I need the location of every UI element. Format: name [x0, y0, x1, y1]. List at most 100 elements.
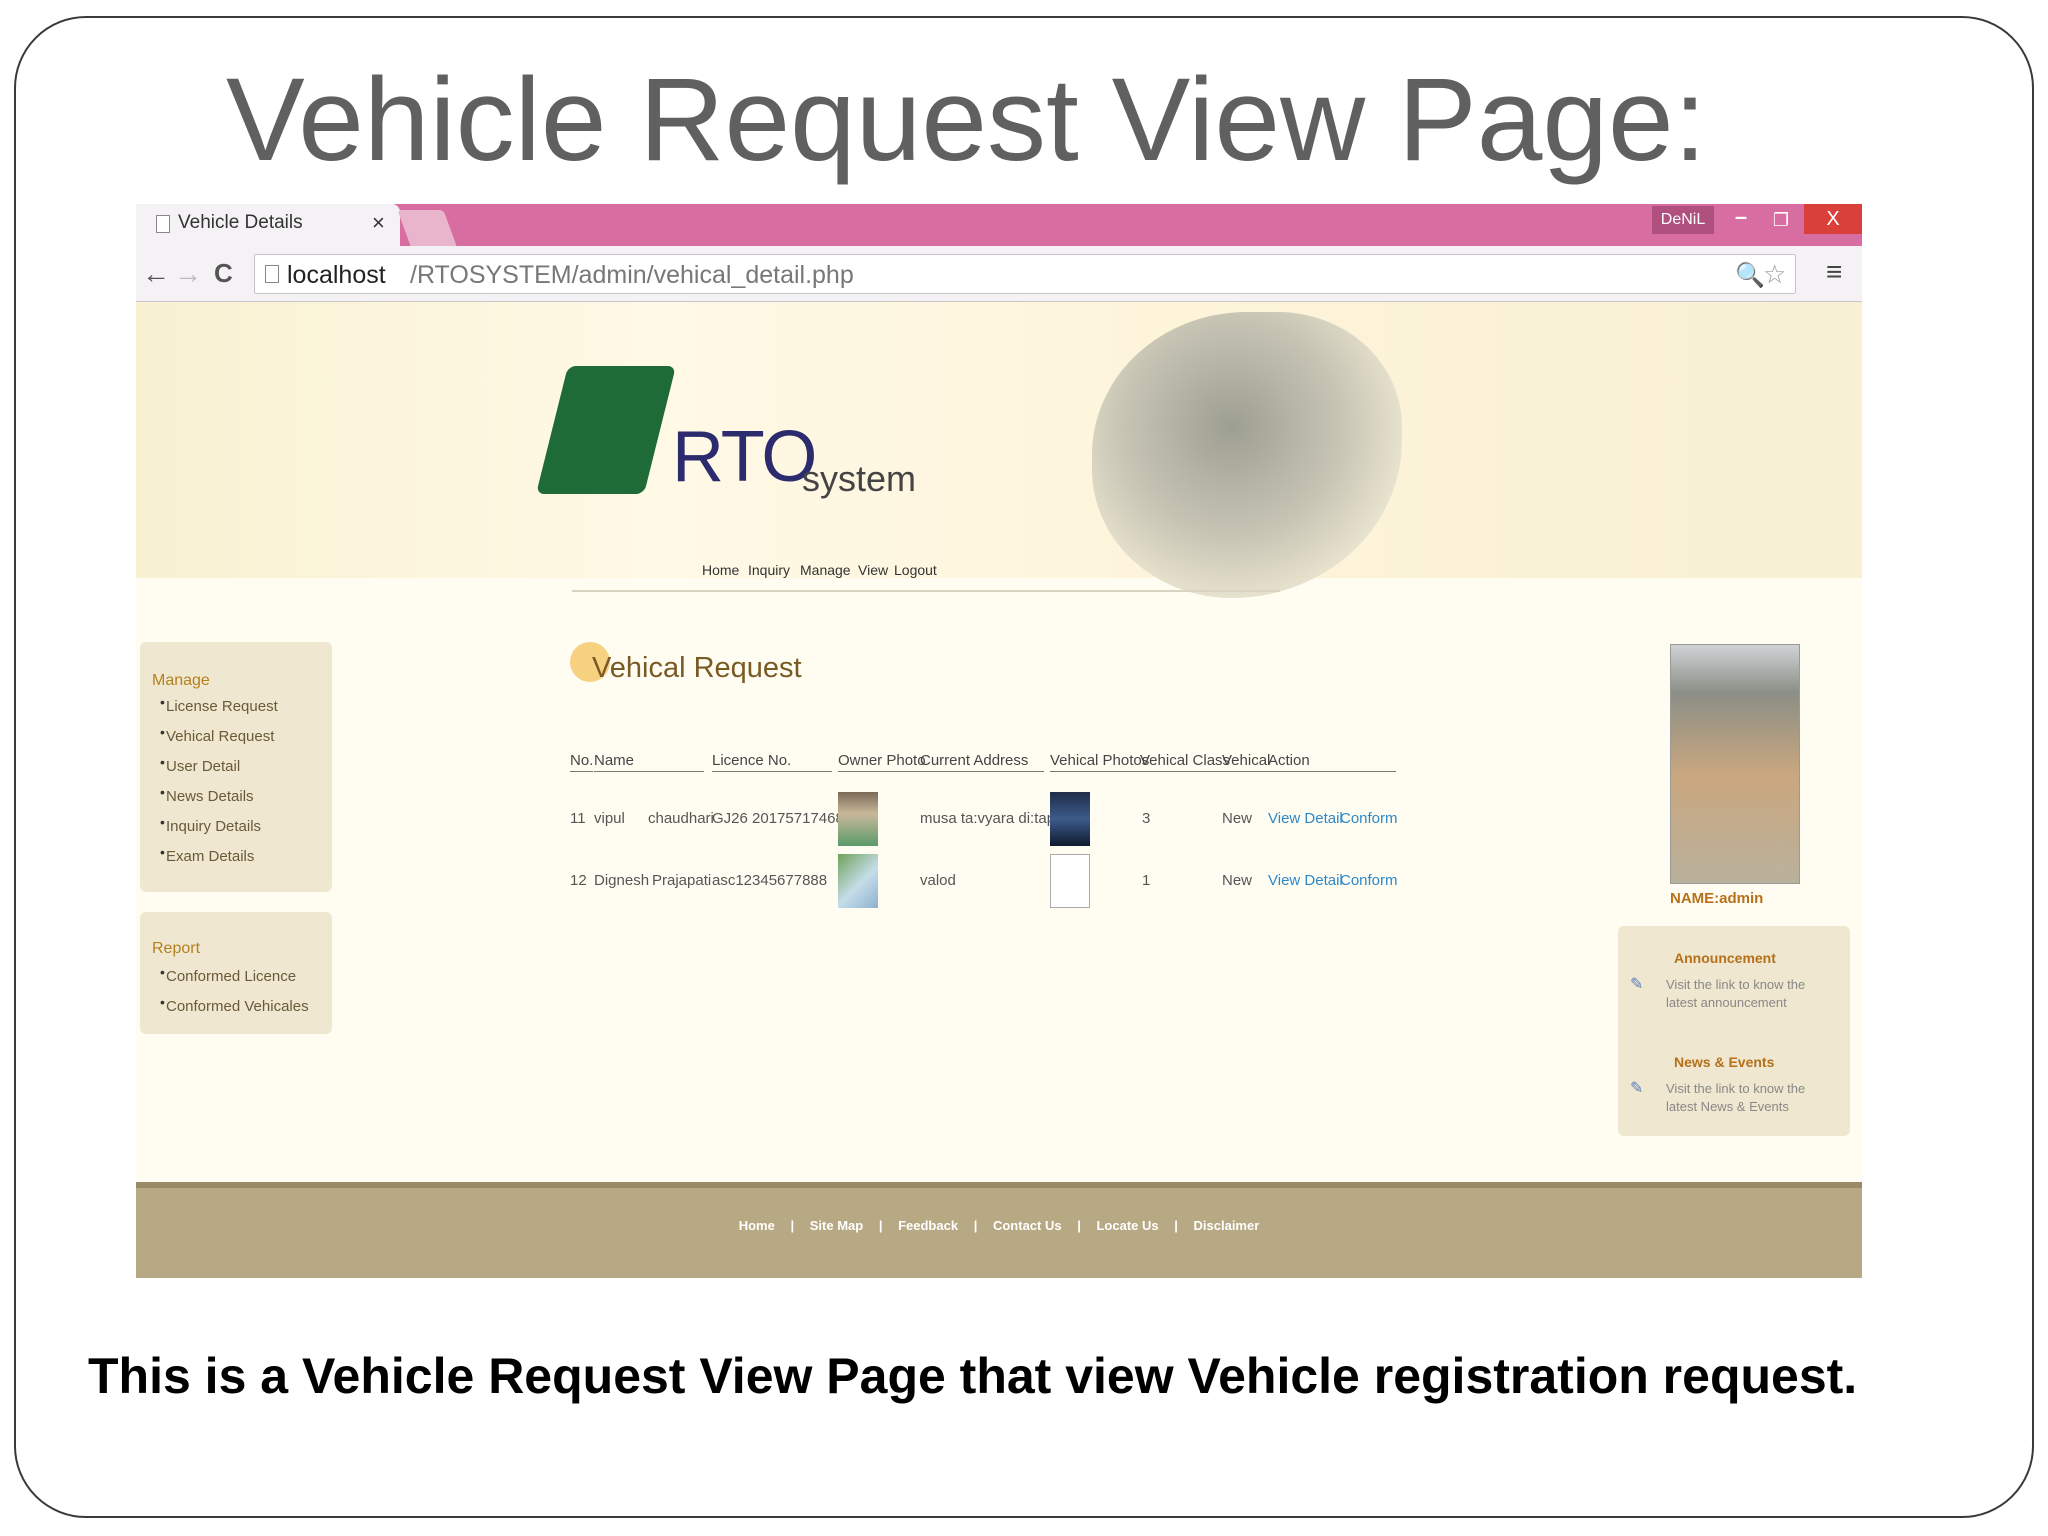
footer-link-home[interactable]: Home — [739, 1218, 775, 1233]
top-nav: Home Inquiry Manage View Logout — [572, 552, 1280, 592]
footer-separator: | — [790, 1218, 795, 1233]
col-header-vehical-photos: Vehical Photos — [1050, 752, 1150, 772]
address-bar: ← → C localhost /RTOSYSTEM/admin/vehical… — [136, 246, 1862, 302]
footer-separator: | — [973, 1218, 978, 1233]
page-title: Vehical Request — [592, 652, 802, 684]
user-badge[interactable]: DeNiL — [1652, 206, 1714, 234]
site-header — [136, 302, 1862, 578]
cell-last-name: Prajapati — [652, 872, 712, 889]
footer-links: Home | Site Map | Feedback | Contact Us … — [136, 1218, 1862, 1233]
owner-photo — [838, 792, 878, 846]
footer-separator: | — [1174, 1218, 1178, 1233]
cell-licence: asc12345677888 — [712, 872, 828, 889]
sidebar-manage: Manage • License Request • Vehical Reque… — [140, 642, 332, 892]
bullet: • — [160, 994, 165, 1010]
col-header-vehical: Vehical — [1222, 752, 1271, 772]
page-icon — [156, 215, 170, 233]
view-detail-link[interactable]: View Detail — [1268, 810, 1343, 827]
bullet: • — [160, 784, 165, 800]
sidebar-item-exam-details[interactable]: Exam Details — [166, 848, 254, 865]
cell-no: 11 — [570, 810, 586, 827]
nav-manage[interactable]: Manage — [800, 562, 851, 578]
page-icon — [265, 265, 279, 283]
news-heading[interactable]: News & Events — [1674, 1054, 1774, 1070]
cell-vehical-type: New — [1222, 810, 1253, 827]
sidebar-item-license-request[interactable]: License Request — [166, 698, 278, 715]
footer-link-disclaimer[interactable]: Disclaimer — [1194, 1218, 1260, 1233]
cell-address: valod — [920, 872, 956, 889]
reload-icon[interactable]: C — [214, 258, 233, 289]
cell-no: 12 — [570, 872, 587, 889]
nav-logout[interactable]: Logout — [894, 562, 937, 578]
vehical-photo — [1050, 792, 1090, 846]
cell-first-name: vipul — [594, 810, 625, 827]
admin-photo — [1670, 644, 1800, 884]
minimize-button[interactable]: – — [1724, 206, 1758, 234]
nav-view[interactable]: View — [858, 562, 888, 578]
back-arrow-icon[interactable]: ← — [142, 258, 170, 290]
bullet: • — [160, 694, 165, 710]
maximize-button[interactable]: ❐ — [1764, 206, 1798, 234]
nav-inquiry[interactable]: Inquiry — [748, 562, 790, 578]
col-header-owner-photo: Owner Photo — [838, 752, 926, 772]
sidebar-report-heading: Report — [152, 940, 201, 957]
sidebar-manage-heading: Manage — [152, 672, 210, 689]
nav-home[interactable]: Home — [702, 562, 739, 578]
sidebar-item-inquiry-details[interactable]: Inquiry Details — [166, 818, 261, 835]
view-detail-link[interactable]: View Detail — [1268, 872, 1343, 889]
url-input[interactable]: localhost /RTOSYSTEM/admin/vehical_detai… — [254, 254, 1796, 294]
slide-caption: This is a Vehicle Request View Page that… — [88, 1348, 1858, 1404]
news-icon: ✎ — [1630, 1080, 1644, 1097]
cell-vehical-class: 3 — [1142, 810, 1151, 827]
title-bar: Vehicle Details × DeNiL – ❐ X — [136, 204, 1862, 246]
bullet: • — [160, 844, 165, 860]
tab-title: Vehicle Details — [178, 212, 303, 233]
owner-photo — [838, 854, 878, 908]
conform-link[interactable]: Conform — [1340, 810, 1398, 827]
bookmark-star-icon[interactable]: ☆ — [1763, 259, 1786, 290]
announcement-box: Announcement ✎ Visit the link to know th… — [1618, 926, 1850, 1136]
site-footer: Home | Site Map | Feedback | Contact Us … — [136, 1182, 1862, 1278]
cell-vehical-class: 1 — [1142, 872, 1151, 889]
url-path: /RTOSYSTEM/admin/vehical_detail.php — [410, 261, 854, 289]
footer-link-feedback[interactable]: Feedback — [898, 1218, 958, 1233]
bullet: • — [160, 724, 165, 740]
bullet: • — [160, 814, 165, 830]
hamburger-menu-icon[interactable]: ≡ — [1826, 256, 1842, 288]
sidebar-item-user-detail[interactable]: User Detail — [166, 758, 240, 775]
footer-separator: | — [1077, 1218, 1081, 1233]
sidebar-item-conformed-vehicales[interactable]: Conformed Vehicales — [166, 998, 309, 1015]
url-host: localhost — [287, 261, 386, 289]
sidebar-item-vehical-request[interactable]: Vehical Request — [166, 728, 274, 745]
sidebar-item-conformed-licence[interactable]: Conformed Licence — [166, 968, 296, 985]
footer-link-site-map[interactable]: Site Map — [810, 1218, 863, 1233]
cell-vehical-type: New — [1222, 872, 1253, 889]
broken-image-icon — [1050, 854, 1090, 908]
close-window-button[interactable]: X — [1804, 204, 1862, 234]
footer-link-contact-us[interactable]: Contact Us — [993, 1218, 1062, 1233]
zoom-icon[interactable]: 🔍 — [1735, 261, 1765, 290]
cell-address: musa ta:vyara di:tapi — [920, 810, 1059, 827]
bullet: • — [160, 964, 165, 980]
conform-link[interactable]: Conform — [1340, 872, 1398, 889]
col-header-vehical-class: Vehical Class — [1140, 752, 1231, 772]
news-text: Visit the link to know the latest News &… — [1666, 1081, 1806, 1114]
cell-first-name: Dignesh — [594, 872, 650, 889]
announcement-icon: ✎ — [1630, 976, 1644, 993]
announcement-heading[interactable]: Announcement — [1674, 950, 1776, 966]
new-tab-button[interactable] — [397, 210, 457, 246]
bullet: • — [160, 754, 165, 770]
forward-arrow-icon[interactable]: → — [174, 258, 202, 290]
web-page: RTO system Home Inquiry Manage View Logo… — [136, 302, 1862, 1278]
footer-link-locate-us[interactable]: Locate Us — [1096, 1218, 1158, 1233]
col-header-name: Name — [594, 752, 704, 772]
sidebar-item-news-details[interactable]: News Details — [166, 788, 254, 805]
slide-title: Vehicle Request View Page: — [226, 54, 1707, 186]
browser-tab[interactable]: Vehicle Details × — [136, 204, 400, 246]
announcement-text: Visit the link to know the latest announ… — [1666, 977, 1806, 1010]
sidebar-report: Report • Conformed Licence • Conformed V… — [140, 912, 332, 1034]
col-header-address: Current Address — [920, 752, 1044, 772]
admin-name-label: NAME:admin — [1670, 890, 1764, 907]
tab-close-icon[interactable]: × — [372, 210, 385, 236]
logo-text: RTO — [672, 417, 817, 497]
